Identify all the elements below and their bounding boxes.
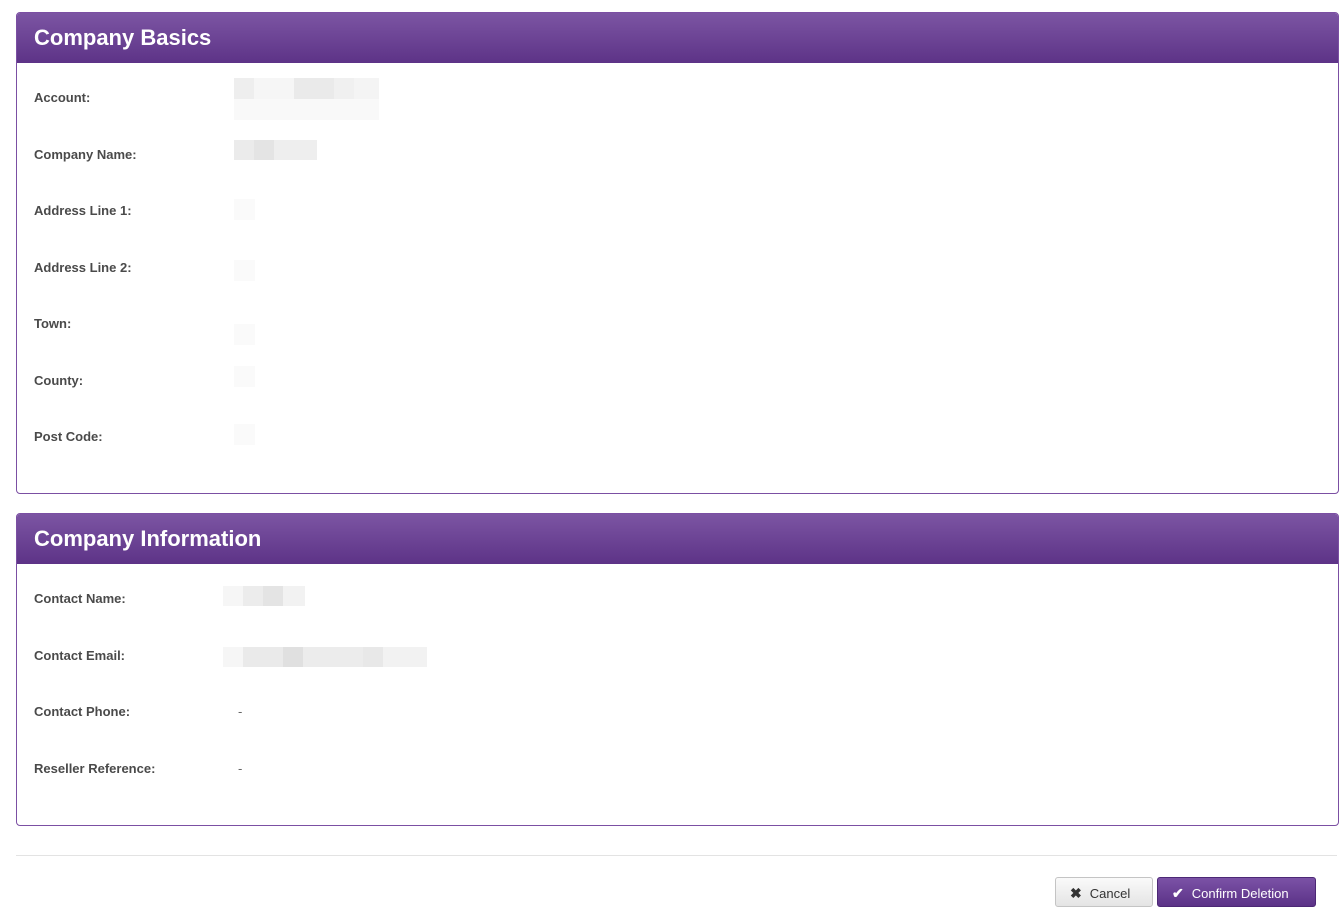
- company-name-row: Company Name:: [34, 140, 1338, 167]
- check-icon: ✔: [1172, 885, 1184, 901]
- reseller-reference-row: Reseller Reference: -: [34, 761, 1338, 781]
- county-label: County:: [34, 373, 84, 388]
- x-icon: ✖: [1070, 885, 1082, 901]
- cancel-button[interactable]: ✖ Cancel: [1055, 877, 1153, 907]
- town-label: Town:: [34, 316, 72, 331]
- town-value-redacted: [234, 324, 255, 345]
- contact-name-row: Contact Name:: [34, 586, 1338, 611]
- reseller-reference-value: -: [238, 761, 243, 776]
- address-line-2-value-redacted: [234, 260, 255, 281]
- company-information-panel: Company Information Contact Name: Contac…: [16, 513, 1339, 826]
- company-name-label: Company Name:: [34, 147, 137, 162]
- account-label: Account:: [34, 90, 91, 105]
- contact-email-label: Contact Email:: [34, 648, 126, 663]
- contact-phone-row: Contact Phone: -: [34, 704, 1338, 724]
- post-code-row: Post Code:: [34, 424, 1338, 449]
- contact-email-value-redacted: [223, 647, 427, 667]
- address-line-1-row: Address Line 1:: [34, 199, 1338, 223]
- reseller-reference-label: Reseller Reference:: [34, 761, 156, 776]
- county-value-redacted: [234, 366, 255, 387]
- address-line-2-row: Address Line 2:: [34, 260, 1338, 281]
- contact-name-value-redacted: [223, 586, 305, 606]
- company-information-title: Company Information: [17, 514, 1338, 564]
- confirm-deletion-button[interactable]: ✔ Confirm Deletion: [1157, 877, 1316, 907]
- contact-phone-label: Contact Phone:: [34, 704, 131, 719]
- account-value-redacted: [234, 78, 379, 120]
- post-code-value-redacted: [234, 424, 255, 445]
- confirm-deletion-button-label: Confirm Deletion: [1191, 886, 1289, 901]
- post-code-label: Post Code:: [34, 429, 103, 444]
- address-line-1-label: Address Line 1:: [34, 203, 132, 218]
- account-row: Account:: [34, 78, 1338, 120]
- company-basics-panel: Company Basics Account: Company Name: Ad…: [16, 12, 1339, 494]
- footer-divider: [16, 855, 1337, 856]
- county-row: County:: [34, 366, 1338, 393]
- contact-phone-value: -: [238, 704, 243, 719]
- cancel-button-label: Cancel: [1089, 886, 1131, 901]
- address-line-1-value-redacted: [234, 199, 255, 220]
- town-row: Town:: [34, 316, 1338, 345]
- company-basics-title: Company Basics: [17, 13, 1338, 63]
- contact-email-row: Contact Email:: [34, 647, 1338, 668]
- contact-name-label: Contact Name:: [34, 591, 126, 606]
- company-name-value-redacted: [234, 140, 317, 160]
- address-line-2-label: Address Line 2:: [34, 260, 132, 275]
